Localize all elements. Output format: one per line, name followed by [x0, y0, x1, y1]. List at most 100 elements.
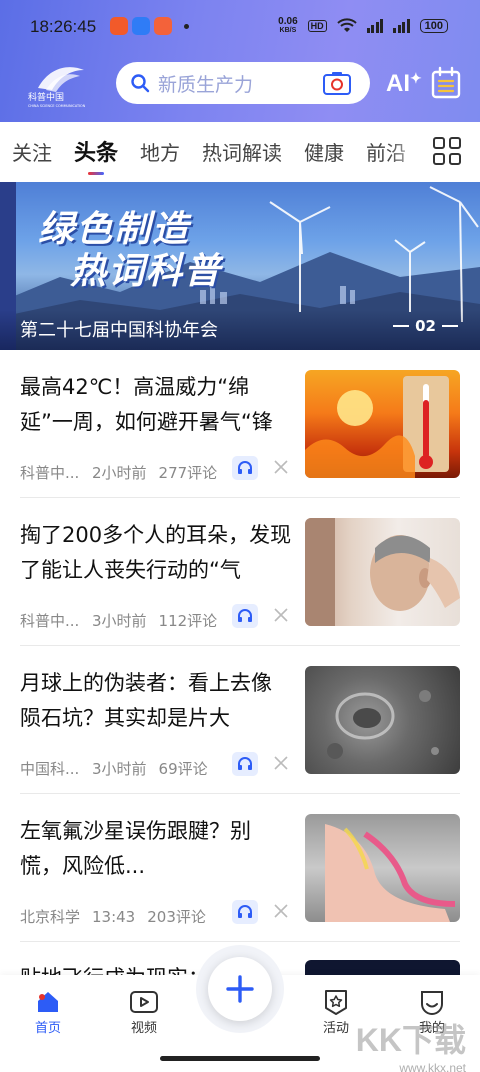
featured-banner[interactable]: 绿色制造 热词科普 第二十七届中国科协年会 02 [0, 182, 480, 350]
nav-label: 首页 [34, 1021, 61, 1036]
news-time: 13:43 [92, 907, 136, 926]
news-title: 左氧氟沙星误伤跟腱？别慌，风险低... [20, 819, 251, 878]
banner-caption: 第二十七届中国科协年会 [20, 320, 218, 341]
home-icon [38, 992, 58, 1012]
search-icon [131, 74, 150, 93]
news-item[interactable]: 掏了200多个人的耳朵，发现了能让人丧失行动的“气 科普中... 3小时前 11… [0, 498, 480, 646]
tab-local[interactable]: 地方 [140, 137, 180, 166]
news-time: 2小时前 [92, 464, 147, 482]
news-source: 中国科... [20, 760, 80, 778]
camera-icon[interactable] [322, 70, 352, 96]
news-comments: 69评论 [158, 760, 208, 778]
more-notifications-dot [184, 23, 189, 29]
news-title: 掏了200多个人的耳朵，发现了能让人丧失行动的“气 [20, 523, 292, 582]
ear-exam-image [305, 518, 460, 626]
search-placeholder: 新质生产力 [158, 73, 254, 96]
nav-video[interactable]: 视频 [114, 987, 174, 1036]
signal-icon [366, 19, 384, 33]
lunar-surface-image [327, 690, 439, 759]
net-speed-unit: KB/S [279, 27, 297, 34]
app-screen: 18:26:45 0.06 KB/S HD 100 科普中国 CHINA SCI… [0, 0, 480, 1072]
listen-button[interactable] [232, 752, 258, 776]
news-time: 3小时前 [92, 760, 147, 778]
home-indicator[interactable] [160, 1056, 320, 1061]
hd-badge: HD [307, 20, 327, 32]
news-source: 科普中... [20, 612, 80, 630]
news-title: 月球上的伪装者：看上去像陨石坑？其实却是片大 [20, 671, 272, 730]
watermark-url: www.kkx.net [399, 1061, 466, 1072]
notification-app-icon [110, 17, 128, 35]
watermark: KK下载 www.kkx.net [356, 1015, 466, 1072]
tab-health[interactable]: 健康 [304, 137, 344, 166]
signal-icon [393, 19, 410, 33]
headphones-icon [238, 609, 252, 622]
network-speed: 0.06 KB/S [278, 17, 297, 35]
app-logo: 科普中国 CHINA SCIENCE COMMUNICATION [28, 67, 86, 108]
publish-button[interactable] [208, 957, 272, 1021]
news-comments: 203评论 [147, 908, 206, 926]
news-item[interactable]: 月球上的伪装者：看上去像陨石坑？其实却是片大 中国科... 3小时前 69评论 [0, 646, 480, 794]
news-thumbnail [305, 370, 460, 478]
dismiss-icon[interactable] [272, 902, 290, 920]
dismiss-icon[interactable] [272, 606, 290, 624]
listen-button[interactable] [232, 456, 258, 480]
dismiss-icon[interactable] [272, 754, 290, 772]
listen-button[interactable] [232, 900, 258, 924]
notification-app-icon [154, 17, 172, 35]
news-thumbnail [305, 666, 460, 774]
headphones-icon [238, 757, 252, 770]
news-item[interactable]: 最高42℃！高温威力“绵延”一周，如何避开暑气“锋 科普中... 2小时前 27… [0, 350, 480, 498]
notification-icons [110, 17, 189, 35]
news-meta: 中国科... 3小时前 69评论 [20, 758, 220, 779]
banner-headline-2: 热词科普 [70, 251, 223, 292]
sparkle-icon: ✦ [410, 70, 422, 86]
clock: 18:26:45 [30, 17, 97, 36]
headphones-icon [238, 461, 252, 474]
calendar-icon[interactable] [430, 66, 462, 100]
tab-headlines[interactable]: 头条 [74, 135, 118, 175]
plus-icon [226, 975, 254, 1003]
search-bar[interactable]: 新质生产力 [116, 62, 370, 104]
news-source: 北京科学... [20, 908, 80, 926]
ai-label: AI [386, 70, 410, 97]
profile-icon [421, 991, 443, 1015]
status-bar: 18:26:45 0.06 KB/S HD 100 [0, 0, 480, 54]
category-tabs: 关注 头条 地方 热词解读 健康 前沿 [0, 122, 480, 180]
news-meta: 北京科学... 13:43 203评论 [20, 906, 218, 927]
watermark-brand: KK下载 [355, 1022, 466, 1058]
ai-button[interactable]: AI✦ [386, 70, 422, 98]
badge-icon [325, 990, 347, 1015]
news-item[interactable]: 左氧氟沙星误伤跟腱？别慌，风险低... 北京科学... 13:43 203评论 [0, 794, 480, 942]
nav-home[interactable]: 首页 [18, 987, 78, 1036]
battery-indicator: 100 [419, 19, 448, 33]
news-meta: 科普中... 2小时前 277评论 [20, 462, 229, 483]
logo-subtext: CHINA SCIENCE COMMUNICATION [28, 104, 86, 108]
listen-button[interactable] [232, 604, 258, 628]
news-comments: 112评论 [158, 612, 218, 630]
tabs-fade [388, 122, 428, 180]
logo-text: 科普中国 [28, 91, 64, 103]
tab-follow[interactable]: 关注 [12, 137, 52, 166]
net-speed-value: 0.06 [278, 16, 298, 27]
news-source: 科普中... [20, 464, 80, 482]
news-time: 3小时前 [92, 612, 147, 630]
wifi-icon [336, 18, 357, 32]
dismiss-icon[interactable] [272, 458, 290, 476]
news-thumbnail [305, 814, 460, 922]
achilles-tendon-image [325, 824, 456, 922]
banner-index: 02 [415, 317, 436, 335]
thermometer-image [305, 376, 449, 478]
video-icon [130, 991, 158, 1013]
channel-grid-icon[interactable] [432, 136, 462, 166]
system-indicators: 0.06 KB/S HD 100 [278, 17, 448, 35]
notification-app-icon [132, 17, 150, 35]
nav-label: 视频 [130, 1021, 157, 1036]
news-comments: 277评论 [158, 464, 218, 482]
header: 18:26:45 0.06 KB/S HD 100 科普中国 CHINA SCI… [0, 0, 480, 122]
headphones-icon [238, 905, 252, 918]
news-thumbnail [305, 518, 460, 626]
news-title: 最高42℃！高温威力“绵延”一周，如何避开暑气“锋 [20, 375, 273, 434]
news-meta: 科普中... 3小时前 112评论 [20, 610, 229, 631]
banner-pager: 02 [393, 317, 458, 335]
tab-hot-words[interactable]: 热词解读 [202, 137, 282, 166]
